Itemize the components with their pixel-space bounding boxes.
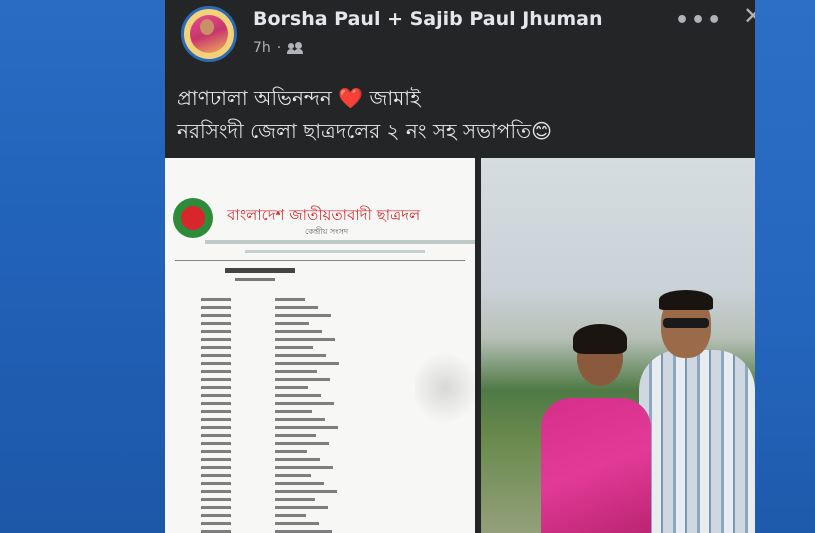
document-separator — [175, 260, 465, 261]
document-subheading — [235, 278, 275, 281]
document-row-name — [275, 474, 311, 477]
document-row-label — [201, 314, 231, 317]
smile-emoji-icon: 😊 — [531, 119, 552, 143]
document-row-label — [201, 354, 231, 357]
document-row-label — [201, 490, 231, 493]
sunglasses — [663, 318, 709, 328]
facebook-post-card: Borsha Paul + Sajib Paul Jhuman 7h · •••… — [165, 0, 755, 533]
document-row-label — [201, 338, 231, 341]
post-header: Borsha Paul + Sajib Paul Jhuman 7h · •••… — [165, 0, 755, 68]
post-meta: 7h · — [253, 40, 304, 56]
document-row-label — [201, 362, 231, 365]
document-row-label — [201, 298, 231, 301]
woman-hair — [573, 324, 627, 354]
document-row-label — [201, 386, 231, 389]
document-org-sub: কেন্দ্রীয় সংসদ — [305, 227, 349, 236]
document-row-label — [201, 466, 231, 469]
document-row-name — [275, 386, 308, 389]
couple-photo[interactable] — [481, 158, 755, 533]
document-row-label — [201, 514, 231, 517]
document-row-name — [275, 298, 305, 301]
document-row-label — [201, 434, 231, 437]
woman-figure — [541, 398, 651, 533]
document-row-label — [201, 498, 231, 501]
document-row-label — [201, 482, 231, 485]
chhatradal-logo-icon — [173, 198, 213, 238]
document-row-label — [201, 506, 231, 509]
document-row-name — [275, 418, 325, 421]
document-row-name — [275, 370, 317, 373]
document-row-label — [201, 418, 231, 421]
document-row-label — [201, 426, 231, 429]
document-row-label — [201, 402, 231, 405]
avatar-face — [200, 19, 214, 35]
man-hair — [659, 290, 713, 310]
document-row-label — [201, 306, 231, 309]
post-time[interactable]: 7h — [253, 40, 271, 56]
friends-icon[interactable] — [287, 42, 304, 54]
document-row-label — [201, 458, 231, 461]
document-row-name — [275, 522, 319, 525]
document-row-name — [275, 402, 334, 405]
document-row-name — [275, 378, 330, 381]
author-avatar[interactable] — [181, 6, 237, 62]
man-figure — [639, 350, 755, 533]
document-row-label — [201, 450, 231, 453]
document-row-name — [275, 442, 329, 445]
document-row-name — [275, 426, 338, 429]
document-row-name — [275, 338, 335, 341]
document-row-name — [275, 490, 337, 493]
document-row-label — [201, 410, 231, 413]
document-row-name — [275, 394, 321, 397]
document-address-line2 — [245, 250, 425, 253]
document-heading — [225, 268, 295, 273]
author-name[interactable]: Borsha Paul + Sajib Paul Jhuman — [253, 8, 603, 30]
document-row-label — [201, 370, 231, 373]
document-row-name — [275, 506, 328, 509]
document-row-label — [201, 346, 231, 349]
document-row-name — [275, 354, 326, 357]
more-options-icon[interactable]: ••• — [675, 8, 723, 33]
document-row-name — [275, 434, 316, 437]
document-row-name — [275, 314, 331, 317]
post-text-position: নরসিংদী জেলা ছাত্রদলের ২ নং সহ সভাপতি — [177, 119, 532, 143]
document-row-name — [275, 410, 312, 413]
document-image[interactable]: বাংলাদেশ জাতীয়তাবাদী ছাত্রদল কেন্দ্রীয়… — [165, 158, 475, 533]
post-text-greeting: প্রাণঢালা অভিনন্দন — [177, 86, 332, 110]
document-row-name — [275, 330, 322, 333]
document-row-name — [275, 458, 320, 461]
post-text-line-1: প্রাণঢালা অভিনন্দন ❤️ জামাই — [177, 82, 747, 115]
document-row-label — [201, 330, 231, 333]
post-text-jamai: জামাই — [369, 86, 421, 110]
document-row-label — [201, 394, 231, 397]
document-blur — [415, 348, 475, 428]
background-left — [0, 0, 165, 533]
document-row-label — [201, 378, 231, 381]
document-row-label — [201, 522, 231, 525]
close-icon[interactable]: ✕ — [743, 2, 755, 30]
document-row-name — [275, 306, 318, 309]
document-row-name — [275, 322, 309, 325]
document-row-name — [275, 346, 313, 349]
heart-emoji-icon: ❤️ — [338, 86, 364, 110]
meta-separator: · — [276, 40, 282, 56]
background-right — [755, 0, 815, 533]
document-row-name — [275, 466, 333, 469]
document-row-name — [275, 498, 315, 501]
document-row-name — [275, 450, 307, 453]
document-row-name — [275, 514, 306, 517]
document-row-name — [275, 482, 324, 485]
document-row-label — [201, 442, 231, 445]
document-address — [205, 240, 475, 244]
document-row-label — [201, 474, 231, 477]
post-images: বাংলাদেশ জাতীয়তাবাদী ছাত্রদল কেন্দ্রীয়… — [165, 158, 755, 533]
document-row-label — [201, 322, 231, 325]
post-text: প্রাণঢালা অভিনন্দন ❤️ জামাই নরসিংদী জেলা… — [177, 82, 747, 148]
post-text-line-2: নরসিংদী জেলা ছাত্রদলের ২ নং সহ সভাপতি😊 — [177, 115, 747, 148]
document-row-name — [275, 362, 339, 365]
